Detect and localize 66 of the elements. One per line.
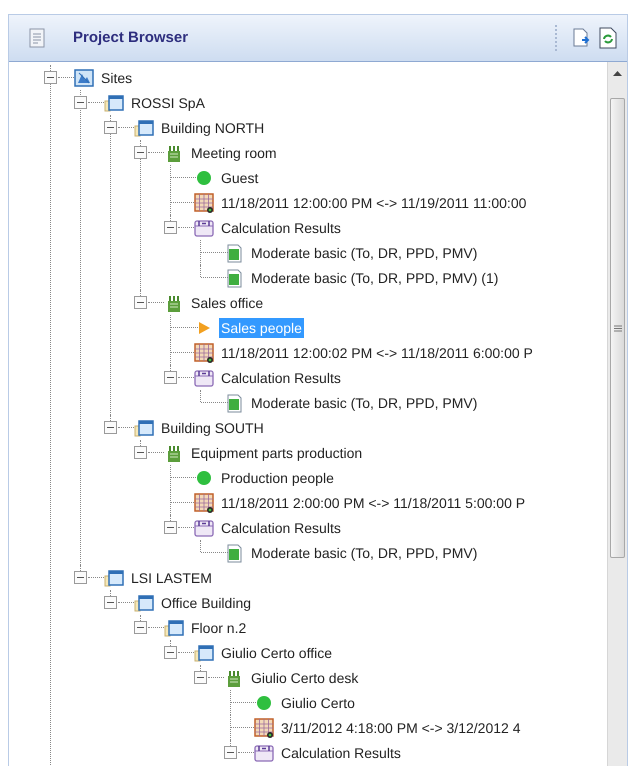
- scrollbar[interactable]: [607, 62, 627, 766]
- tree-item[interactable]: 11/18/2011 12:00:00 PM <-> 11/19/2011 11:00:00: [219, 192, 528, 212]
- collapse-icon[interactable]: [133, 295, 148, 310]
- calendar-icon: [194, 342, 214, 362]
- tree-item[interactable]: Calculation Results: [219, 368, 343, 388]
- tree-item[interactable]: Sites: [99, 68, 134, 88]
- tray-icon: [194, 518, 214, 538]
- tree-item[interactable]: Guest: [219, 168, 260, 188]
- collapse-icon[interactable]: [193, 670, 208, 685]
- collapse-icon[interactable]: [133, 445, 148, 460]
- tree-item[interactable]: LSI LASTEM: [129, 568, 214, 588]
- collapse-icon[interactable]: [133, 620, 148, 635]
- tree-item[interactable]: 11/18/2011 12:00:02 PM <-> 11/18/2011 6:00:00 P: [219, 342, 535, 362]
- tray-icon: [254, 742, 274, 762]
- window-icon: [134, 418, 154, 438]
- collapse-icon[interactable]: [73, 570, 88, 585]
- tree-item[interactable]: 11/18/2011 2:00:00 PM <-> 11/18/2011 5:00:00 P: [219, 492, 528, 512]
- document-arrow-icon[interactable]: [571, 28, 591, 48]
- tree-item[interactable]: Sales office: [189, 292, 266, 312]
- window-icon: [134, 118, 154, 138]
- document-icon: [29, 28, 45, 48]
- collapse-icon[interactable]: [223, 745, 238, 760]
- tree-item[interactable]: Meeting room: [189, 142, 279, 162]
- tree-item[interactable]: Giulio Certo office: [219, 642, 334, 662]
- collapse-icon[interactable]: [103, 595, 118, 610]
- tree-item[interactable]: Calculation Results: [219, 218, 343, 238]
- scroll-up-icon[interactable]: [613, 70, 622, 76]
- tree-item[interactable]: Equipment parts production: [189, 442, 364, 462]
- tree-item[interactable]: Production people: [219, 468, 336, 488]
- window-icon: [164, 618, 184, 638]
- window-icon: [134, 592, 154, 612]
- tree-item[interactable]: Moderate basic (To, DR, PPD, PMV) (1): [249, 268, 500, 288]
- collapse-icon[interactable]: [73, 95, 88, 110]
- calendar-icon: [194, 492, 214, 512]
- tray-icon: [194, 218, 214, 238]
- collapse-icon[interactable]: [163, 220, 178, 235]
- tree-item[interactable]: Moderate basic (To, DR, PPD, PMV): [249, 242, 480, 262]
- collapse-icon[interactable]: [163, 645, 178, 660]
- window-icon: [104, 568, 124, 588]
- tree-item[interactable]: Moderate basic (To, DR, PPD, PMV): [249, 392, 480, 412]
- window-icon: [104, 92, 124, 112]
- tree-item[interactable]: 3/11/2012 4:18:00 PM <-> 3/12/2012 4: [279, 718, 522, 738]
- collapse-icon[interactable]: [163, 370, 178, 385]
- tree-item[interactable]: Building SOUTH: [159, 418, 266, 438]
- collapse-icon[interactable]: [133, 145, 148, 160]
- collapse-icon[interactable]: [163, 520, 178, 535]
- scroll-thumb[interactable]: [610, 98, 625, 558]
- collapse-icon[interactable]: [43, 70, 58, 85]
- calendar-icon: [194, 192, 214, 212]
- tree-item[interactable]: ROSSI SpA: [129, 92, 207, 112]
- collapse-icon[interactable]: [103, 120, 118, 135]
- tray-icon: [194, 368, 214, 388]
- collapse-icon[interactable]: [103, 420, 118, 435]
- tree-item[interactable]: Moderate basic (To, DR, PPD, PMV): [249, 542, 480, 562]
- map-icon: [74, 68, 94, 88]
- window-icon: [194, 642, 214, 662]
- panel-title: Project Browser: [73, 28, 188, 48]
- refresh-icon[interactable]: [599, 27, 617, 49]
- tree-item[interactable]: Office Building: [159, 592, 254, 612]
- tree-item[interactable]: Calculation Results: [219, 518, 343, 538]
- tree-item[interactable]: Calculation Results: [279, 742, 403, 762]
- tree-item[interactable]: Building NORTH: [159, 118, 266, 138]
- tree-item[interactable]: Floor n.2: [189, 618, 248, 638]
- tree-item[interactable]: Giulio Certo desk: [249, 668, 360, 688]
- calendar-icon: [254, 718, 274, 738]
- tree-item[interactable]: Giulio Certo: [279, 692, 357, 712]
